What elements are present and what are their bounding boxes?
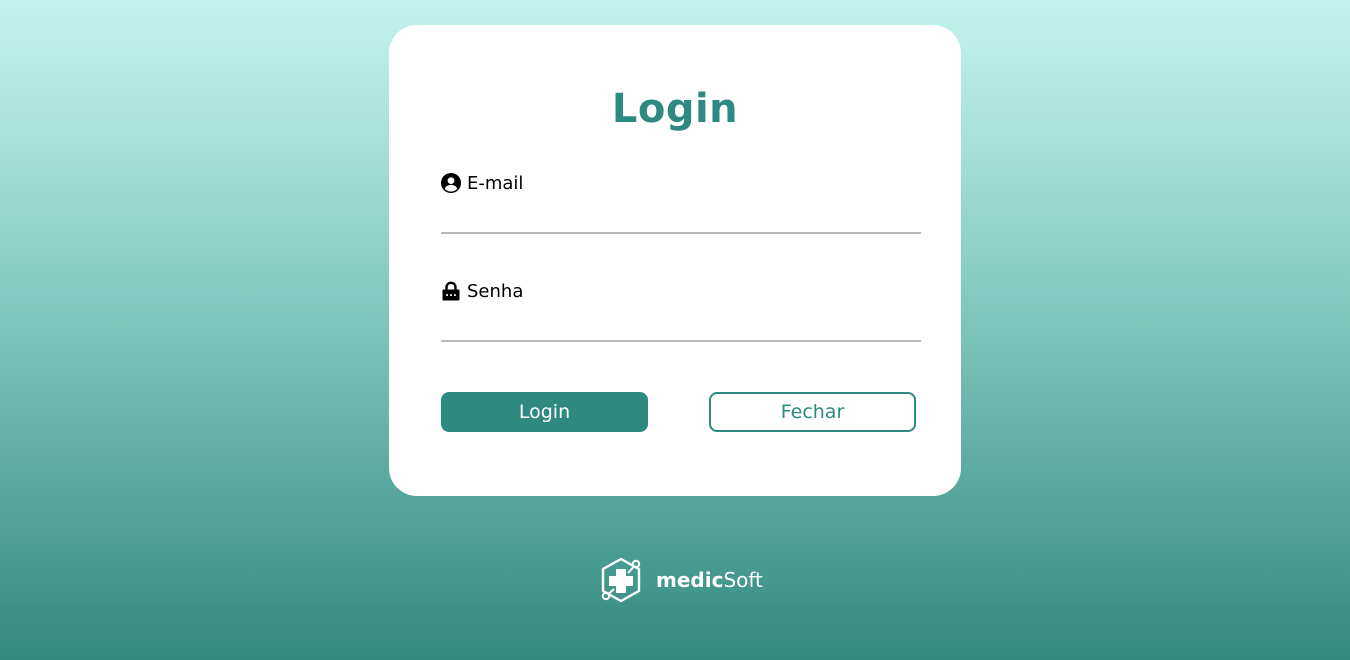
login-title: Login bbox=[611, 86, 739, 132]
password-input[interactable] bbox=[441, 312, 921, 342]
login-button[interactable]: Login bbox=[441, 392, 648, 432]
brand-footer: medic Soft bbox=[598, 556, 763, 604]
email-input[interactable] bbox=[441, 204, 921, 234]
email-label-text: E-mail bbox=[467, 172, 524, 194]
close-button[interactable]: Fechar bbox=[709, 392, 916, 432]
user-circle-icon bbox=[441, 173, 461, 193]
password-field-group: Senha bbox=[441, 278, 921, 342]
email-field-group: E-mail bbox=[441, 170, 921, 234]
brand-name-bold: medic bbox=[656, 568, 724, 592]
lock-icon bbox=[441, 281, 461, 301]
email-label: E-mail bbox=[441, 170, 921, 196]
password-label-text: Senha bbox=[467, 280, 524, 302]
password-label: Senha bbox=[441, 278, 921, 304]
brand-name-light: Soft bbox=[723, 568, 763, 592]
login-card: Login E-mail Senha Login Fechar bbox=[389, 25, 961, 496]
medical-cross-logo-icon bbox=[598, 556, 644, 604]
